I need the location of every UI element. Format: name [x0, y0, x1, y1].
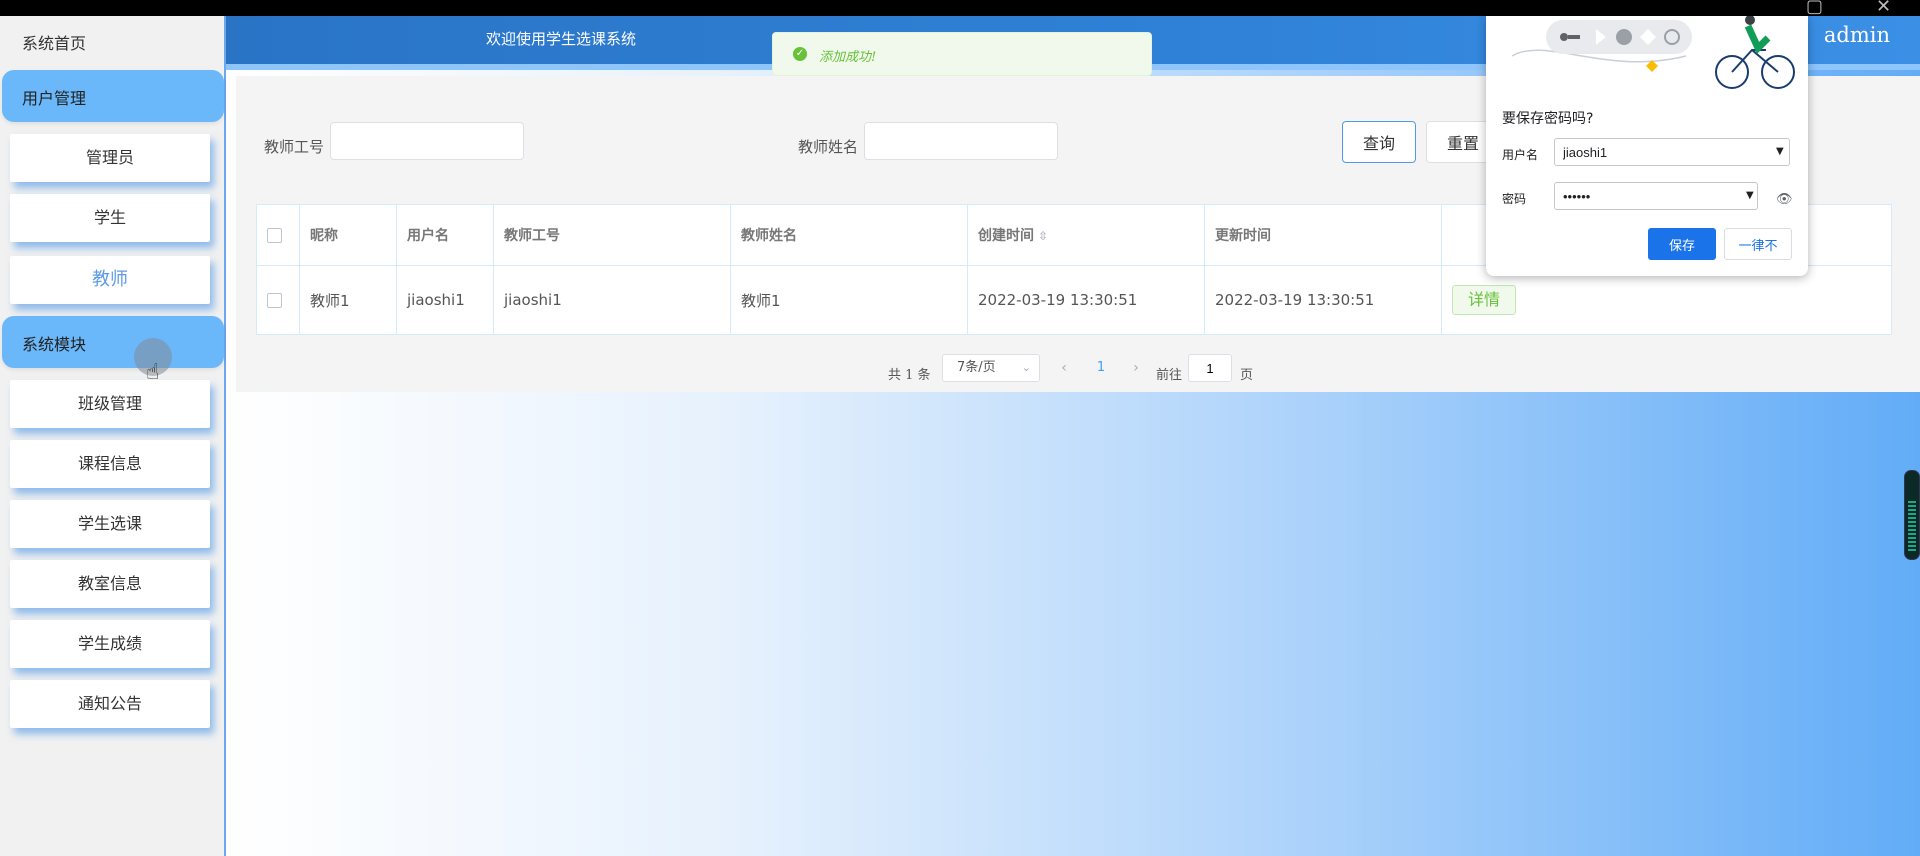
- key-bike-illustration: [1511, 16, 1795, 89]
- username-dropdown-icon[interactable]: ▼: [1776, 146, 1784, 157]
- sidebar-item-teacher[interactable]: 教师: [10, 256, 210, 304]
- column-username: 用户名: [396, 204, 494, 266]
- password-dropdown-icon[interactable]: ▼: [1746, 190, 1754, 201]
- restore-icon[interactable]: ▢: [1806, 0, 1823, 17]
- popup-password-field[interactable]: [1554, 182, 1758, 210]
- select-all-cell: [256, 204, 300, 266]
- prev-page-icon[interactable]: ‹: [1050, 354, 1078, 382]
- cell-teacher-name: 教师1: [730, 265, 968, 335]
- column-teacher-id: 教师工号: [493, 204, 731, 266]
- column-created: 创建时间: [978, 228, 1034, 244]
- chevron-down-icon: ⌄: [1021, 361, 1031, 374]
- teacher-name-input[interactable]: [864, 122, 1058, 160]
- sidebar-home-link[interactable]: 系统首页: [22, 30, 86, 54]
- system-title: 欢迎使用学生选课系统: [486, 30, 637, 48]
- menu-group-label: 用户管理: [22, 89, 87, 108]
- goto-page-input[interactable]: [1188, 354, 1232, 382]
- goto-label: 前往: [1156, 368, 1183, 383]
- scroll-bars: [1908, 501, 1916, 551]
- check-circle-icon: ✓: [793, 47, 807, 61]
- save-password-button[interactable]: 保存: [1648, 228, 1716, 260]
- row-checkbox[interactable]: [267, 293, 282, 308]
- page-suffix: 页: [1240, 368, 1254, 383]
- sidebar-item-notices[interactable]: 通知公告: [10, 680, 210, 728]
- column-updated: 更新时间: [1204, 204, 1442, 266]
- sidebar-item-student-scores[interactable]: 学生成绩: [10, 620, 210, 668]
- column-teacher-name: 教师姓名: [730, 204, 968, 266]
- close-icon[interactable]: ✕: [1876, 0, 1891, 17]
- sidebar: 系统首页 用户管理 管理员 学生 教师 系统模块 班级管理 课程信息 学生选课 …: [0, 16, 226, 856]
- success-toast: ✓ 添加成功!: [772, 32, 1152, 76]
- page-size-value: 7条/页: [957, 360, 996, 375]
- popup-username-field[interactable]: [1554, 138, 1790, 166]
- cell-username: jiaoshi1: [396, 265, 494, 335]
- eye-icon[interactable]: 👁: [1776, 192, 1793, 207]
- next-page-icon[interactable]: ›: [1122, 354, 1150, 382]
- window-titlebar: ▢ ✕: [0, 0, 1920, 17]
- sidebar-item-classroom-info[interactable]: 教室信息: [10, 560, 210, 608]
- page-size-select[interactable]: 7条/页 ⌄: [942, 354, 1040, 382]
- column-created-header[interactable]: 创建时间 ⇳: [967, 204, 1205, 266]
- menu-group-system-modules[interactable]: 系统模块: [2, 316, 224, 368]
- cell-created: 2022-03-19 13:30:51: [967, 265, 1205, 335]
- cell-updated: 2022-03-19 13:30:51: [1204, 265, 1442, 335]
- pagination-total: 共 1 条: [888, 368, 931, 383]
- username-label: 用户名: [1502, 148, 1539, 162]
- sidebar-item-admin[interactable]: 管理员: [10, 134, 210, 182]
- page-number-current[interactable]: 1: [1086, 354, 1116, 382]
- password-label: 密码: [1502, 192, 1527, 206]
- current-user[interactable]: admin: [1824, 23, 1890, 47]
- menu-group-label: 系统模块: [22, 335, 87, 354]
- never-save-button[interactable]: 一律不: [1724, 228, 1792, 260]
- save-password-title: 要保存密码吗?: [1502, 111, 1594, 127]
- sort-icon[interactable]: ⇳: [1038, 229, 1048, 243]
- row-select-cell: [256, 265, 300, 335]
- cell-teacher-id: jiaoshi1: [493, 265, 731, 335]
- toast-message: 添加成功!: [819, 50, 877, 65]
- hand-cursor-icon: ☝: [146, 360, 160, 385]
- select-all-checkbox[interactable]: [267, 227, 282, 243]
- scroll-widget[interactable]: [1904, 470, 1920, 560]
- sidebar-item-course-selection[interactable]: 学生选课: [10, 500, 210, 548]
- detail-button[interactable]: 详情: [1452, 285, 1516, 315]
- teacher-id-label: 教师工号: [264, 138, 325, 156]
- menu-group-user-management[interactable]: 用户管理: [2, 70, 224, 122]
- sidebar-item-class-management[interactable]: 班级管理: [10, 380, 210, 428]
- teacher-id-input[interactable]: [330, 122, 524, 160]
- teacher-name-label: 教师姓名: [798, 138, 859, 156]
- sidebar-item-course-info[interactable]: 课程信息: [10, 440, 210, 488]
- sidebar-item-student[interactable]: 学生: [10, 194, 210, 242]
- query-button[interactable]: 查询: [1342, 121, 1416, 163]
- cell-nickname: 教师1: [299, 265, 397, 335]
- column-nickname: 昵称: [299, 204, 397, 266]
- save-password-popup: 要保存密码吗? 用户名 ▼ 密码 ▼ 👁 保存 一律不: [1486, 16, 1808, 276]
